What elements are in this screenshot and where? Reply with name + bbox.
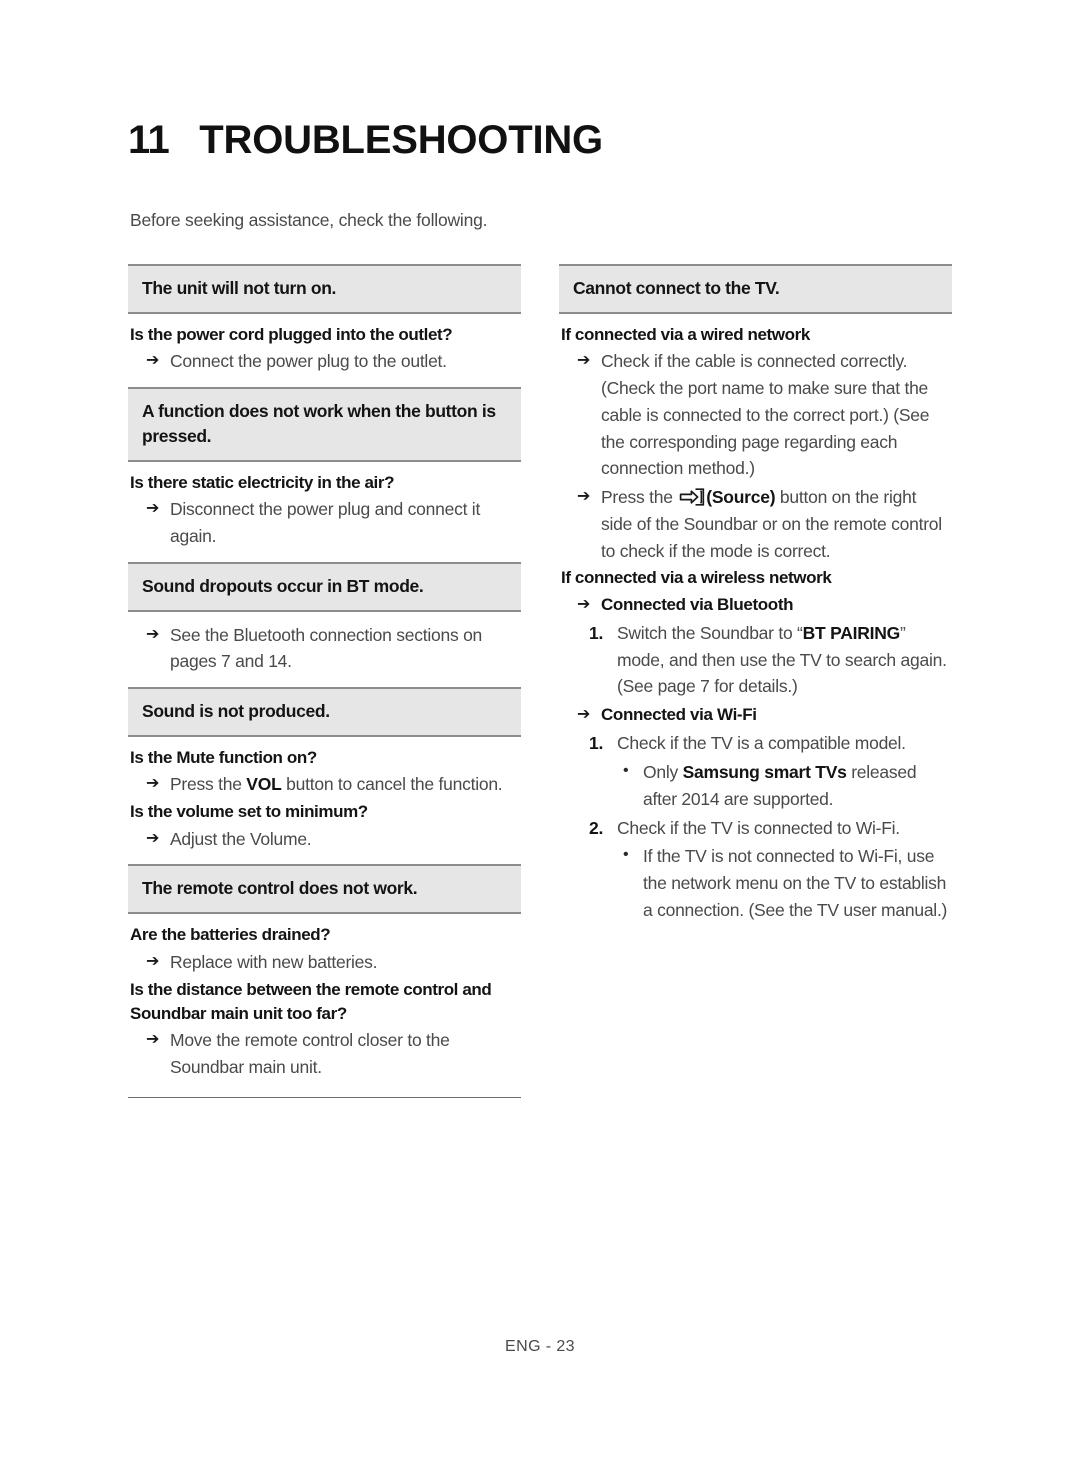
- arrow-icon: ➔: [146, 1031, 160, 1049]
- arrow-icon: ➔: [146, 952, 160, 970]
- answer-text-pre: Press the: [601, 487, 678, 508]
- step-text: Check if the TV is a compatible model.: [617, 733, 906, 754]
- answer-row: ➔ Connect the power plug to the outlet.: [130, 348, 519, 375]
- section-header-function-does-not-work: A function does not work when the button…: [128, 387, 521, 462]
- answer-text: Check if the cable is connected correctl…: [601, 351, 930, 479]
- answer-text: Press the VOL button to cancel the funct…: [170, 771, 519, 798]
- answer-row: ➔ Press the VOL button to cancel the fun…: [130, 771, 519, 798]
- answer-row-bluetooth-label: ➔ Connected via Bluetooth: [561, 592, 950, 618]
- bullet-text: Only Samsung smart TVs released after 20…: [643, 759, 950, 813]
- subsection-title-wireless: If connected via a wireless network: [561, 568, 832, 588]
- bullet-icon: •: [623, 761, 629, 779]
- section-header-cannot-connect-tv: Cannot connect to the TV.: [559, 264, 952, 314]
- answer-text: Replace with new batteries.: [170, 951, 378, 972]
- wifi-label: Connected via Wi-Fi: [601, 705, 757, 725]
- answer-row: ➔ Adjust the Volume.: [130, 826, 519, 853]
- bullet-text: If the TV is not connected to Wi-Fi, use…: [643, 846, 948, 920]
- section-body-function-does-not-work: Is there static electricity in the air? …: [128, 462, 521, 562]
- numbered-step: 2. Check if the TV is connected to Wi-Fi…: [561, 815, 950, 842]
- step-number: 2.: [589, 817, 604, 838]
- question: Are the batteries drained?: [130, 925, 331, 945]
- bullet-icon: •: [623, 846, 629, 864]
- step-number: 1.: [589, 622, 604, 643]
- answer-text: See the Bluetooth connection sections on…: [170, 624, 483, 672]
- question: Is there static electricity in the air?: [130, 472, 395, 492]
- section-body-sound-not-produced: Is the Mute function on? ➔ Press the VOL…: [128, 737, 521, 864]
- answer-row: ➔ Disconnect the power plug and connect …: [130, 496, 519, 550]
- answer-text-post: button to cancel the function.: [281, 774, 503, 795]
- arrow-icon: ➔: [577, 352, 591, 370]
- arrow-icon: ➔: [146, 500, 160, 518]
- left-column: The unit will not turn on. Is the power …: [128, 264, 521, 1098]
- section-body-sound-dropouts-bt: ➔ See the Bluetooth connection sections …: [128, 612, 521, 688]
- answer-text: Press the (Source) button on the right s…: [601, 484, 950, 564]
- source-icon: [679, 487, 705, 506]
- answer-row: ➔ Move the remote control closer to the …: [130, 1027, 519, 1081]
- answer-text: Adjust the Volume.: [170, 828, 312, 849]
- step-text: Switch the Soundbar to “BT PAIRING” mode…: [617, 620, 950, 700]
- bullet-item: • Only Samsung smart TVs released after …: [561, 759, 950, 813]
- answer-row: ➔ See the Bluetooth connection sections …: [130, 622, 519, 676]
- arrow-icon: ➔: [146, 829, 160, 847]
- content-columns: The unit will not turn on. Is the power …: [128, 264, 952, 1098]
- answer-text-emphasis: (Source): [706, 487, 776, 508]
- arrow-icon: ➔: [146, 625, 160, 643]
- section-header-remote-does-not-work: The remote control does not work.: [128, 864, 521, 915]
- section-end-rule: [128, 1097, 521, 1098]
- answer-text-emphasis: VOL: [246, 774, 282, 795]
- answer-text: Disconnect the power plug and connect it…: [170, 499, 481, 546]
- section-header-sound-not-produced: Sound is not produced.: [128, 687, 521, 737]
- numbered-step: 1. Switch the Soundbar to “BT PAIRING” m…: [561, 620, 950, 700]
- page-footer: ENG - 23: [505, 1338, 575, 1355]
- arrow-icon: ➔: [577, 488, 591, 506]
- question: Is the volume set to minimum?: [130, 802, 368, 822]
- answer-row: ➔ Check if the cable is connected correc…: [561, 348, 950, 482]
- answer-row-source: ➔ Press the (Source) button on the right…: [561, 484, 950, 564]
- right-column: Cannot connect to the TV. If connected v…: [559, 264, 952, 1098]
- arrow-icon: ➔: [146, 352, 160, 370]
- answer-text: Move the remote control closer to the So…: [170, 1030, 450, 1078]
- step-text-pre: Switch the Soundbar to “: [617, 622, 803, 643]
- answer-text-pre: Press the: [170, 774, 247, 795]
- step-text-emphasis: BT PAIRING: [802, 622, 901, 643]
- section-body-unit-will-not-turn-on: Is the power cord plugged into the outle…: [128, 314, 521, 387]
- arrow-icon: ➔: [577, 706, 591, 724]
- answer-row-wifi-label: ➔ Connected via Wi-Fi: [561, 702, 950, 728]
- chapter-title: TROUBLESHOOTING: [199, 118, 603, 162]
- arrow-icon: ➔: [577, 595, 591, 613]
- question: Is the Mute function on?: [130, 747, 317, 767]
- bullet-text-pre: Only: [643, 761, 683, 782]
- bluetooth-label: Connected via Bluetooth: [601, 594, 794, 614]
- section-body-cannot-connect-tv: If connected via a wired network ➔ Check…: [559, 314, 952, 936]
- question: Is the power cord plugged into the outle…: [130, 324, 453, 344]
- chapter-number: 11: [128, 118, 170, 162]
- intro-text: Before seeking assistance, check the fol…: [130, 210, 488, 230]
- arrow-icon: ➔: [146, 775, 160, 793]
- answer-text: Connect the power plug to the outlet.: [170, 351, 447, 372]
- step-text: Check if the TV is connected to Wi-Fi.: [617, 817, 900, 838]
- subsection-title-wired: If connected via a wired network: [561, 324, 810, 344]
- answer-row: ➔ Replace with new batteries.: [130, 949, 519, 976]
- bullet-item: • If the TV is not connected to Wi-Fi, u…: [561, 843, 950, 923]
- section-header-unit-will-not-turn-on: The unit will not turn on.: [128, 264, 521, 314]
- bullet-text-emphasis: Samsung smart TVs: [682, 761, 847, 782]
- section-body-remote-does-not-work: Are the batteries drained? ➔ Replace wit…: [128, 914, 521, 1093]
- question: Is the distance between the remote contr…: [130, 979, 492, 1023]
- section-header-sound-dropouts-bt: Sound dropouts occur in BT mode.: [128, 561, 521, 612]
- numbered-step: 1. Check if the TV is a compatible model…: [561, 730, 950, 757]
- page-title: 11 TROUBLESHOOTING: [128, 118, 603, 163]
- step-number: 1.: [589, 733, 604, 754]
- manual-page: 11 TROUBLESHOOTING Before seeking assist…: [0, 0, 1080, 1479]
